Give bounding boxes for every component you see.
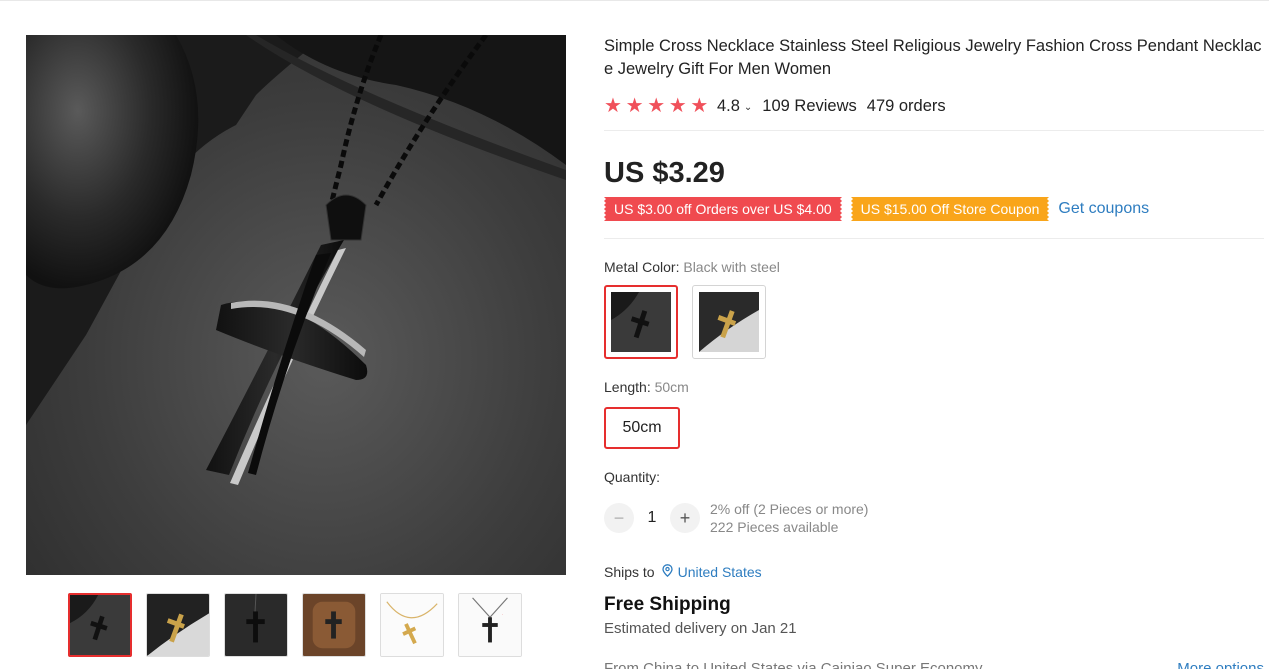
coupon-badge-store[interactable]: US $15.00 Off Store Coupon: [850, 197, 1050, 221]
star-icon: ★: [690, 95, 709, 117]
length-value: 50cm: [654, 379, 689, 395]
length-option-50cm[interactable]: 50cm: [604, 407, 680, 449]
thumbnail-4[interactable]: [302, 593, 366, 657]
star-icon: ★: [668, 95, 687, 117]
coupon-badge-order[interactable]: US $3.00 off Orders over US $4.00: [604, 197, 842, 221]
ships-to-country-link[interactable]: United States: [678, 564, 762, 580]
rating-value[interactable]: 4.8: [717, 97, 740, 116]
star-icon: ★: [647, 95, 666, 117]
stock-available-text: 222 Pieces available: [710, 519, 839, 535]
decrease-quantity-button[interactable]: −: [604, 503, 634, 533]
quantity-info: 2% off (2 Pieces or more) 222 Pieces ava…: [710, 500, 868, 536]
shipping-method-text: From China to United States via Cainiao …: [604, 660, 983, 669]
divider: [604, 238, 1264, 239]
star-icon: ★: [604, 95, 622, 117]
metal-color-label-text: Metal Color:: [604, 259, 680, 275]
metal-color-label: Metal Color: Black with steel: [604, 259, 1264, 275]
thumbnail-3[interactable]: [224, 593, 288, 657]
product-info: Simple Cross Necklace Stainless Steel Re…: [604, 35, 1264, 637]
estimated-delivery: Estimated delivery on Jan 21: [604, 620, 797, 637]
product-title: Simple Cross Necklace Stainless Steel Re…: [604, 37, 1262, 78]
quantity-stepper: − 1 + 2% off (2 Pieces or more) 222 Piec…: [604, 500, 1264, 536]
star-icon: ★: [625, 95, 644, 117]
metal-color-options: [604, 285, 1264, 359]
top-divider: [0, 0, 1269, 1]
thumbnail-2[interactable]: [146, 593, 210, 657]
main-product-image[interactable]: [26, 35, 566, 575]
metal-color-value: Black with steel: [683, 259, 780, 275]
bulk-discount-text: 2% off (2 Pieces or more): [710, 501, 869, 517]
thumbnail-1[interactable]: [68, 593, 132, 657]
quantity-input[interactable]: 1: [634, 509, 670, 527]
quantity-label: Quantity:: [604, 469, 661, 485]
shipping-method-row: From China to United States via Cainiao …: [604, 660, 1264, 669]
divider: [604, 130, 1264, 131]
thumbnail-6[interactable]: ·: [458, 593, 522, 657]
chevron-down-icon[interactable]: ⌄: [744, 102, 752, 113]
free-shipping-heading: Free Shipping: [604, 594, 731, 615]
coupon-row: US $3.00 off Orders over US $4.00 US $15…: [604, 196, 1264, 222]
star-rating: ★ ★ ★ ★ ★: [604, 96, 712, 116]
ships-to-row: Ships to United States: [604, 564, 1264, 580]
increase-quantity-button[interactable]: +: [670, 503, 700, 533]
swatch-gold[interactable]: [692, 285, 766, 359]
orders-count: 479 orders: [866, 96, 946, 115]
length-label-text: Length:: [604, 379, 651, 395]
product-price: US $3.29: [604, 157, 725, 189]
location-pin-icon: [661, 564, 673, 580]
ships-to-label: Ships to: [604, 564, 655, 580]
more-options-link[interactable]: More options: [1177, 660, 1264, 669]
get-coupons-link[interactable]: Get coupons: [1058, 200, 1149, 218]
swatch-black-with-steel[interactable]: [604, 285, 678, 359]
reviews-link[interactable]: 109 Reviews: [762, 97, 856, 116]
length-label: Length: 50cm: [604, 379, 1264, 395]
rating-row: ★ ★ ★ ★ ★ 4.8 ⌄ 109 Reviews 479 orders: [604, 95, 1264, 117]
thumbnail-5[interactable]: [380, 593, 444, 657]
